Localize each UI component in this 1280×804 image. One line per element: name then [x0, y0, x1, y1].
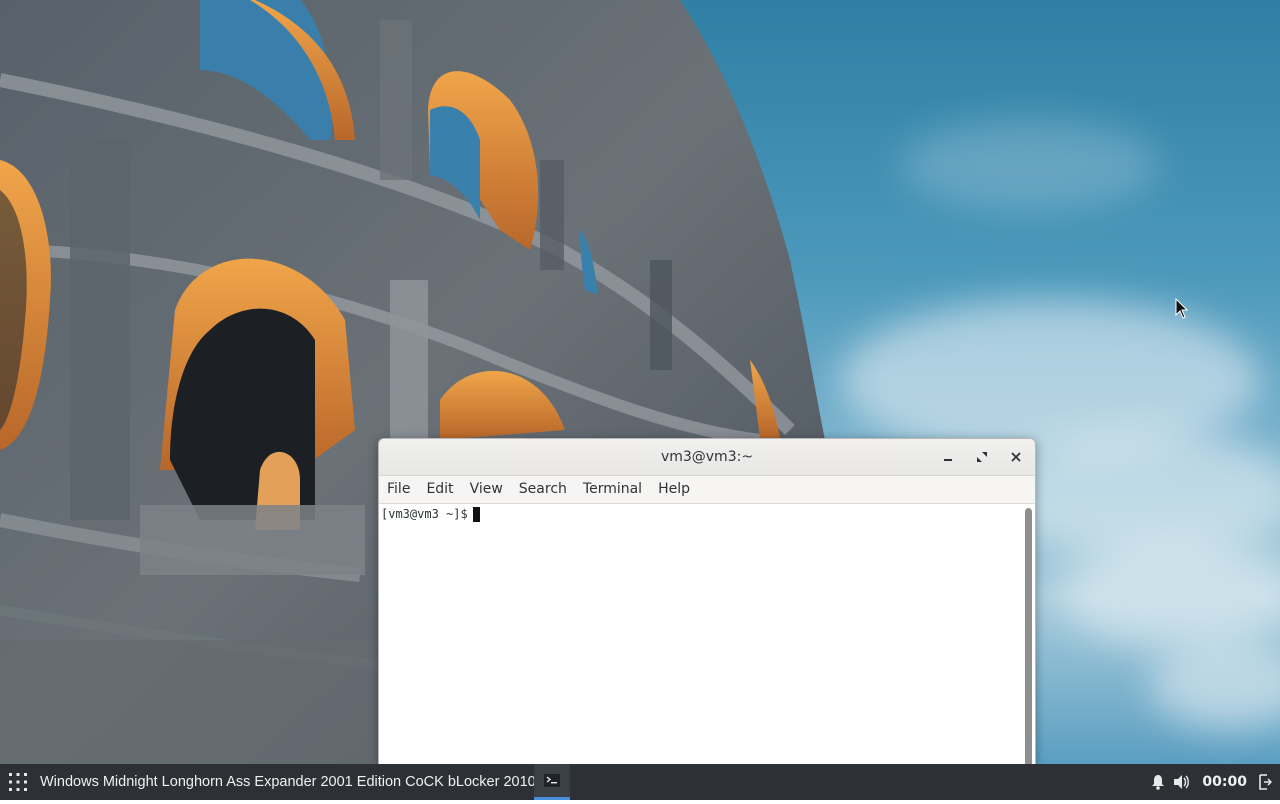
taskbar-terminal-button[interactable]	[534, 764, 570, 800]
cloud	[1000, 430, 1280, 560]
menu-file[interactable]: File	[379, 476, 418, 503]
minimize-icon	[944, 459, 952, 461]
shell-prompt: [vm3@vm3 ~]$	[381, 507, 468, 521]
terminal-line: [vm3@vm3 ~]$	[381, 506, 480, 523]
terminal-icon	[544, 774, 560, 787]
terminal-window[interactable]: vm3@vm3:~ File Edit View Search Terminal…	[378, 438, 1036, 765]
menu-edit[interactable]: Edit	[418, 476, 461, 503]
text-cursor	[472, 507, 480, 522]
cloud	[1150, 640, 1280, 730]
window-titlebar[interactable]: vm3@vm3:~	[379, 439, 1035, 476]
menu-search[interactable]: Search	[511, 476, 575, 503]
clock[interactable]: 00:00	[1202, 774, 1247, 790]
grid-icon	[9, 773, 27, 791]
menubar: File Edit View Search Terminal Help	[379, 476, 1035, 504]
menu-view[interactable]: View	[462, 476, 511, 503]
minimize-button[interactable]	[937, 446, 959, 468]
cloud	[900, 120, 1160, 210]
apps-button[interactable]	[8, 772, 28, 792]
close-button[interactable]	[1005, 446, 1027, 468]
system-tray: 00:00	[1151, 764, 1272, 800]
vertical-scrollbar[interactable]	[1025, 508, 1032, 765]
mouse-pointer-icon	[1175, 298, 1189, 319]
menu-terminal[interactable]: Terminal	[575, 476, 650, 503]
maximize-button[interactable]	[971, 446, 993, 468]
taskbar: Windows Midnight Longhorn Ass Expander 2…	[0, 764, 1280, 800]
maximize-icon	[977, 452, 987, 462]
active-window-title[interactable]: Windows Midnight Longhorn Ass Expander 2…	[40, 764, 536, 800]
terminal-output[interactable]: [vm3@vm3 ~]$	[379, 504, 1035, 765]
logout-icon[interactable]	[1258, 774, 1272, 790]
bell-icon[interactable]	[1151, 774, 1165, 790]
volume-icon[interactable]	[1173, 774, 1191, 790]
menu-help[interactable]: Help	[650, 476, 698, 503]
close-icon	[1011, 452, 1021, 462]
cloud	[1060, 540, 1280, 650]
